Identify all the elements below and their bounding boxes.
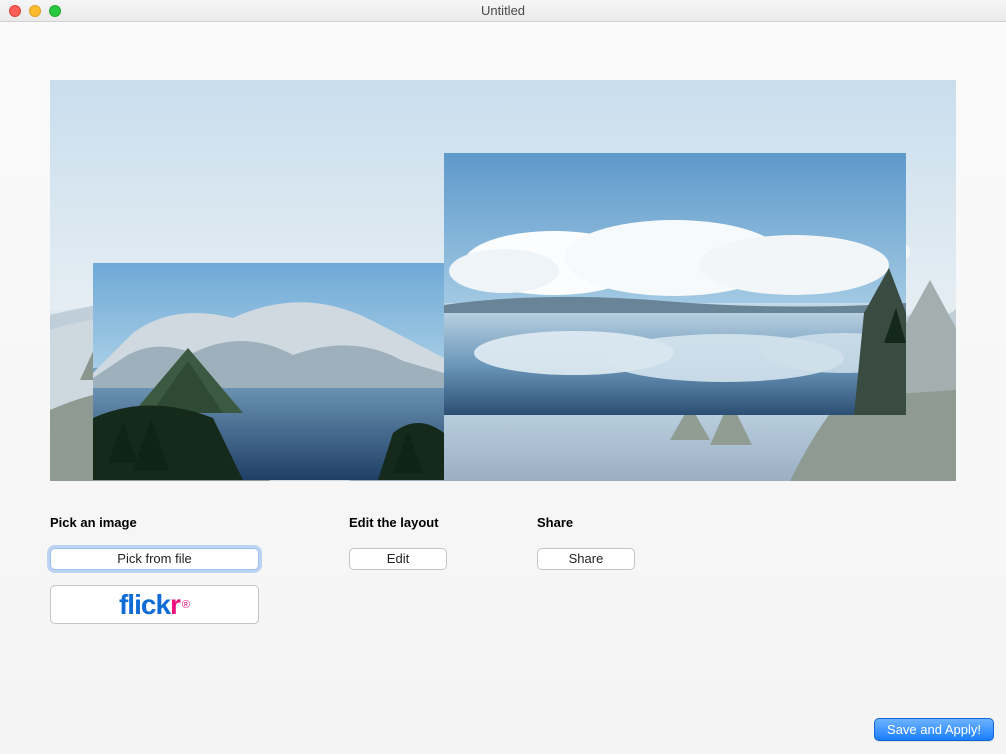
- pick-image-section: Pick an image Pick from file flickr®: [50, 515, 259, 624]
- display-panel-2[interactable]: [444, 153, 906, 415]
- pick-image-heading: Pick an image: [50, 515, 259, 530]
- save-and-apply-button[interactable]: Save and Apply!: [874, 718, 994, 741]
- share-heading: Share: [537, 515, 635, 530]
- edit-layout-section: Edit the layout Edit: [349, 515, 447, 624]
- close-window-button[interactable]: [9, 5, 21, 17]
- maximize-window-button[interactable]: [49, 5, 61, 17]
- flickr-button[interactable]: flickr®: [50, 585, 259, 624]
- titlebar: Untitled: [0, 0, 1006, 22]
- display-panel-1[interactable]: [93, 263, 444, 480]
- share-section: Share Share: [537, 515, 635, 624]
- edit-layout-heading: Edit the layout: [349, 515, 447, 530]
- pick-from-file-button[interactable]: Pick from file: [50, 548, 259, 570]
- layout-preview: [50, 80, 956, 481]
- minimize-window-button[interactable]: [29, 5, 41, 17]
- controls-row: Pick an image Pick from file flickr® Edi…: [50, 515, 956, 624]
- edit-button[interactable]: Edit: [349, 548, 447, 570]
- share-button[interactable]: Share: [537, 548, 635, 570]
- flickr-logo: flickr®: [119, 591, 190, 619]
- traffic-lights: [0, 5, 61, 17]
- content-area: Pick an image Pick from file flickr® Edi…: [0, 22, 1006, 754]
- window-title: Untitled: [0, 3, 1006, 18]
